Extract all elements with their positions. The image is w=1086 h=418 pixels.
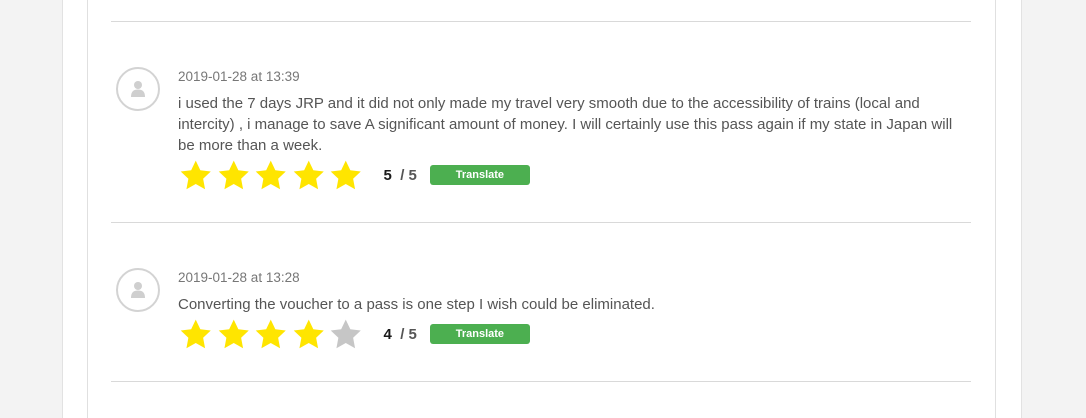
review-date: 2019-01-28 at 13:28: [178, 270, 300, 285]
rating-max: / 5: [400, 166, 417, 184]
reviews-panel: [87, 0, 996, 418]
star-rating: [177, 159, 365, 191]
star-filled-icon: [293, 319, 324, 349]
rating-score: 5 / 5: [384, 167, 417, 184]
user-silhouette-icon: [131, 282, 145, 298]
user-silhouette-icon: [131, 81, 145, 97]
review-divider: [111, 381, 971, 382]
review-divider: [111, 21, 971, 22]
translate-button[interactable]: Translate: [429, 324, 530, 344]
avatar: [116, 67, 160, 111]
review-text: Converting the voucher to a pass is one …: [178, 296, 655, 313]
star-filled-icon: [218, 160, 249, 190]
star-filled-icon: [330, 160, 361, 190]
avatar: [116, 268, 160, 312]
star-empty-icon: [330, 319, 361, 349]
star-filled-icon: [218, 319, 249, 349]
rating-score: 4 / 5: [384, 326, 417, 343]
star-rating: [177, 318, 365, 350]
translate-button[interactable]: Translate: [429, 165, 530, 185]
star-filled-icon: [180, 319, 211, 349]
rating-max: / 5: [400, 325, 417, 343]
rating-row: 4 / 5 Translate: [177, 318, 530, 350]
review-date: 2019-01-28 at 13:39: [178, 69, 300, 84]
star-filled-icon: [293, 160, 324, 190]
review-text: i used the 7 days JRP and it did not onl…: [178, 95, 953, 154]
star-filled-icon: [255, 319, 286, 349]
rating-row: 5 / 5 Translate: [177, 159, 530, 191]
star-filled-icon: [255, 160, 286, 190]
rating-value: 5: [383, 166, 392, 184]
rating-value: 4: [383, 325, 392, 343]
review-divider: [111, 222, 971, 223]
star-filled-icon: [180, 160, 211, 190]
